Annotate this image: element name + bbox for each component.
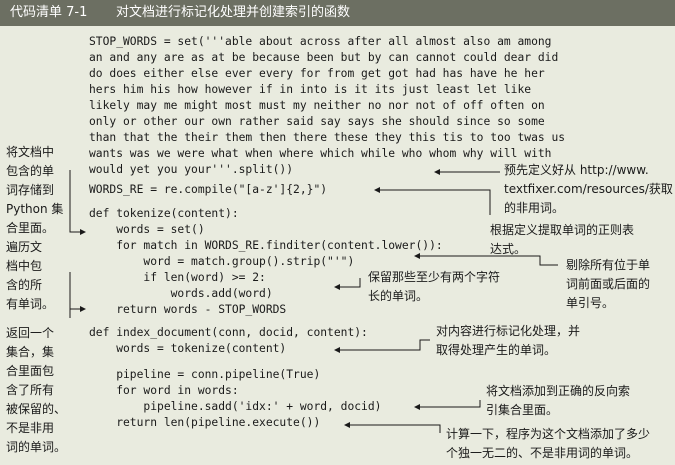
note-add-to-index: 将文档添加到正确的反向索 引集合里面。: [486, 384, 631, 417]
note-return-set: 返回一个 集合，集 合里面包 含了所有 被保留的、 不是非用 词的单词。: [6, 326, 67, 454]
note-tokenize-content: 对内容进行标记化处理，并 取得处理产生的单词。: [436, 324, 581, 357]
code-line: than that the their them then there thes…: [89, 131, 566, 144]
code-stop-words: STOP_WORDS = set('''able about across af…: [89, 34, 675, 178]
note-regex: 根据定义提取单词的正则表 达式。: [490, 223, 635, 256]
code-line: for match in WORDS_RE.finditer(content.l…: [89, 239, 443, 252]
code-line: pipeline.sadd('idx:' + word, docid): [89, 400, 382, 413]
note-strip-quotes: 剔除所有位于单 词前面或后面的 单引号。: [566, 258, 651, 310]
note-store-set: 将文档中 包含的单 词存储到 Python 集 合里面。: [6, 145, 64, 235]
code-line: likely may me might most must my neither…: [89, 99, 545, 112]
code-line: for word in words:: [89, 384, 239, 397]
code-line: pipeline = conn.pipeline(True): [89, 368, 321, 381]
code-line: wants was we were what when where which …: [89, 147, 552, 160]
code-line: def tokenize(content):: [89, 207, 239, 220]
note-count-words: 计算一下，程序为这个文档添加了多少 个独一无二的、不是非用词的单词。: [446, 427, 651, 460]
code-line: only or other our own rather said say sa…: [89, 115, 545, 128]
note-keep-two: 保留那些至少有两个字符 长的单词。: [368, 270, 501, 303]
code-line: return words - STOP_WORDS: [89, 303, 287, 316]
code-line: return len(pipeline.execute()): [89, 416, 321, 429]
code-line: word = match.group().strip("'"): [89, 255, 355, 268]
code-line: hers him his how however if in into is i…: [89, 83, 532, 96]
code-line: if len(word) >= 2:: [89, 271, 266, 284]
code-line: WORDS_RE = re.compile("[a-z']{2,}"): [89, 183, 328, 196]
code-line: STOP_WORDS = set('''able about across af…: [89, 35, 552, 48]
note-stop-words: 预先定义好从 http://www. textfixer.com/resourc…: [504, 163, 673, 215]
note-iterate: 遍历文 档中包 含的所 有单词。: [6, 240, 55, 311]
code-line: do does either else ever every for from …: [89, 67, 545, 80]
code-line: would yet you your'''.split()): [89, 163, 294, 176]
code-line: words = tokenize(content): [89, 342, 287, 355]
code-line: an and any are as at be because been but…: [89, 51, 559, 64]
code-line: words.add(word): [89, 287, 273, 300]
code-line: def index_document(conn, docid, content)…: [89, 326, 368, 339]
code-line: words = set(): [89, 223, 205, 236]
code-index-document: def index_document(conn, docid, content)…: [89, 325, 675, 357]
